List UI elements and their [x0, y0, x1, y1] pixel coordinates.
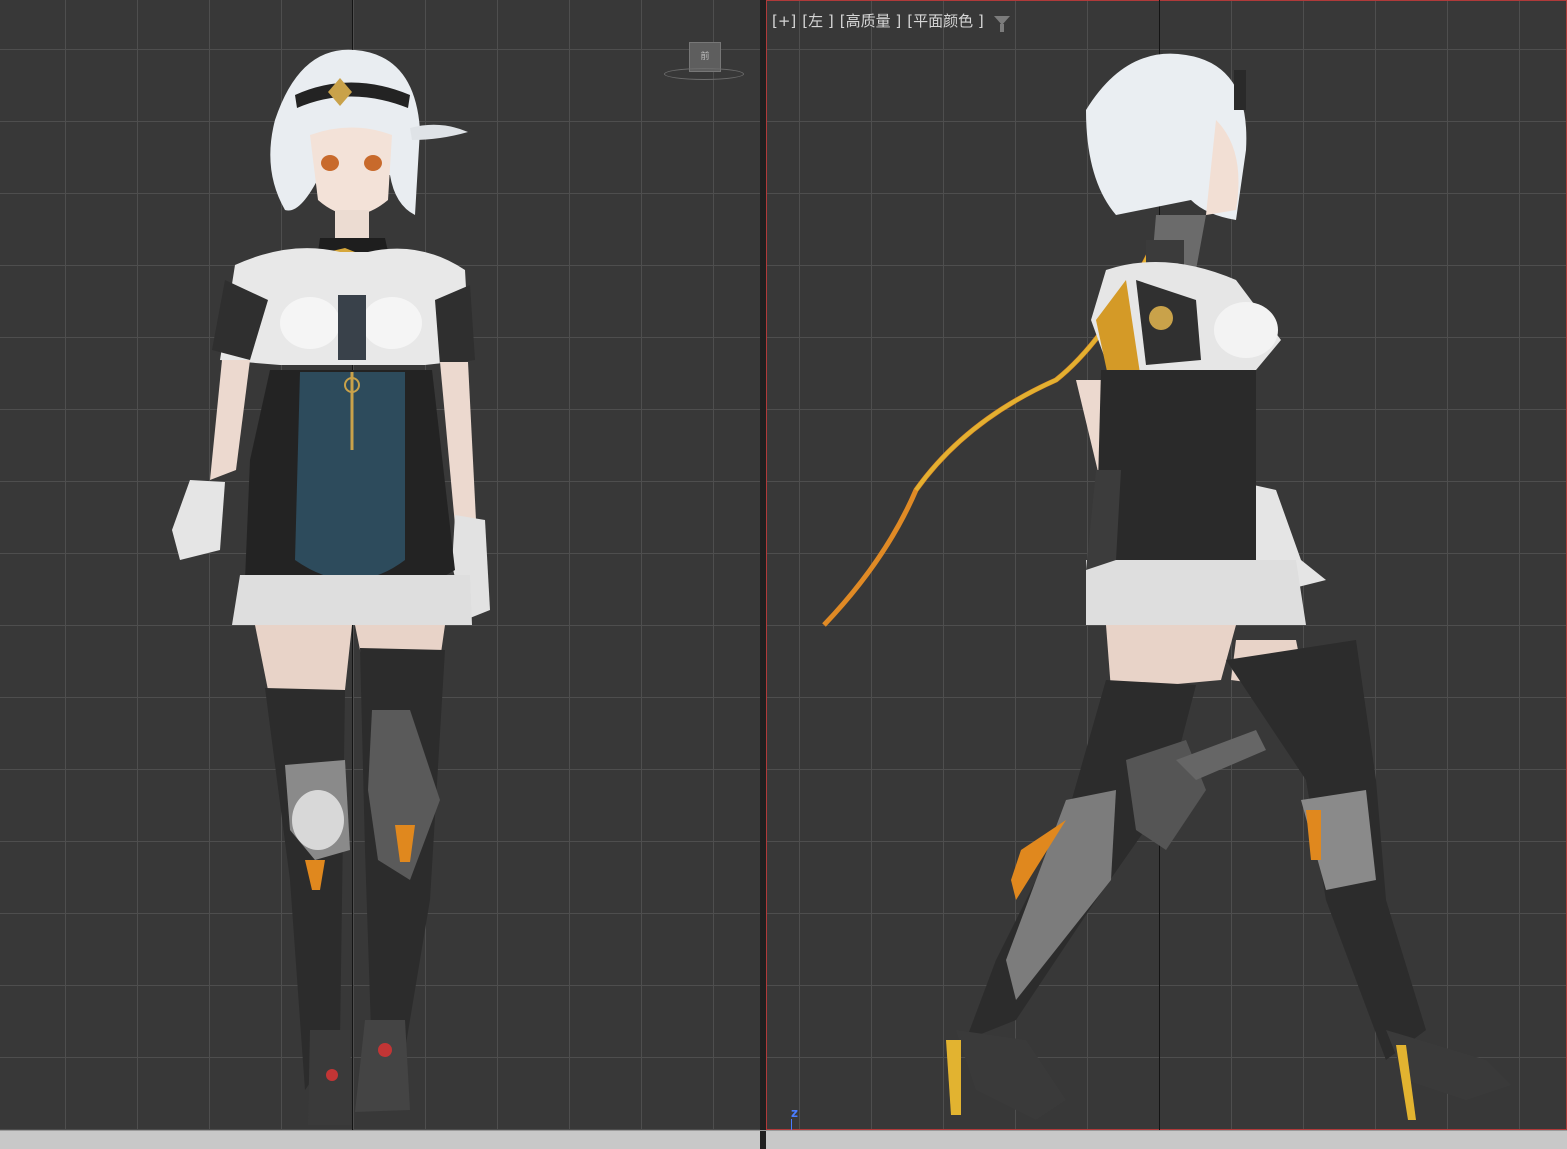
- front-viewport[interactable]: 前: [0, 0, 760, 1130]
- viewcube[interactable]: 前: [664, 38, 744, 82]
- bottom-divider: [760, 1131, 766, 1149]
- character-model-front: [172, 49, 490, 1125]
- axis-z-line: [791, 1119, 792, 1130]
- axis-z-label: z: [791, 1106, 798, 1120]
- axis-gizmo: z y x: [770, 1106, 810, 1130]
- character-model-side: [822, 53, 1511, 1120]
- viewport-bottom-bar: [0, 1130, 1567, 1149]
- viewcube-ring[interactable]: [664, 68, 744, 80]
- left-viewport[interactable]: [+] [左 ] [高质量 ] [平面颜色 ] z: [766, 0, 1567, 1130]
